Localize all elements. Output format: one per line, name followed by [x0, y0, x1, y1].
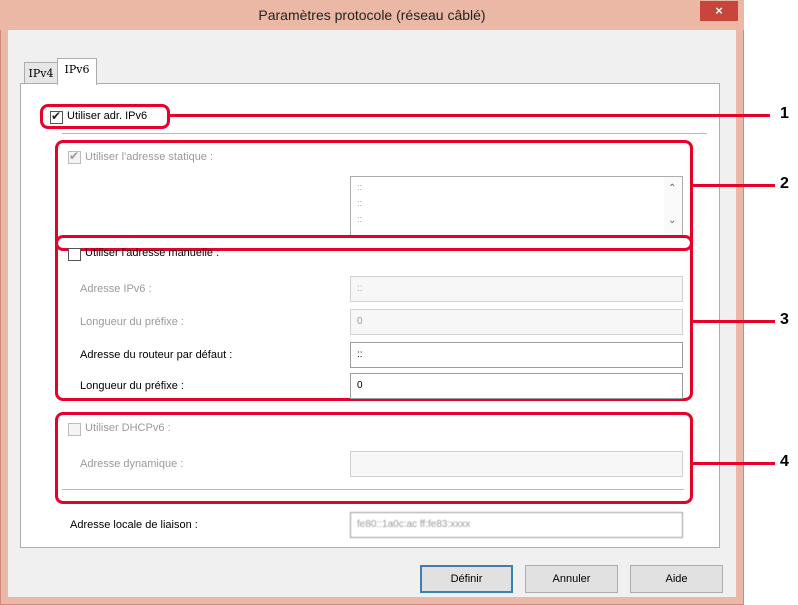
- use-ipv6-label: Utiliser adr. IPv6: [67, 110, 148, 122]
- callout-line-2: [693, 184, 775, 187]
- dynamic-address-field[interactable]: [350, 451, 683, 477]
- static-address-checkbox[interactable]: [68, 149, 81, 164]
- callout-line-3: [693, 320, 775, 323]
- cancel-button[interactable]: Annuler: [525, 565, 618, 593]
- static-address-item: ::: [357, 182, 363, 192]
- close-button[interactable]: ×: [700, 1, 738, 21]
- scroll-down-icon[interactable]: ⌄: [668, 215, 676, 226]
- router-prefix-length-label: Longueur du préfixe :: [80, 380, 184, 392]
- separator: [62, 489, 684, 490]
- link-local-address-field: fe80::1a0c:ac ff:fe83:xxxx: [350, 512, 683, 538]
- scroll-up-icon[interactable]: ⌃: [668, 183, 676, 194]
- ipv6-address-field[interactable]: ::: [350, 276, 683, 302]
- dynamic-address-label: Adresse dynamique :: [80, 458, 184, 470]
- router-prefix-length-field[interactable]: 0: [350, 373, 683, 399]
- callout-line-4: [693, 462, 775, 465]
- callout-number-1: 1: [780, 105, 789, 122]
- manual-address-checkbox[interactable]: [68, 248, 81, 261]
- use-ipv6-checkbox[interactable]: [50, 109, 63, 124]
- tab-ipv6[interactable]: IPv6: [57, 58, 97, 85]
- window-title: Paramètres protocole (réseau câblé): [258, 7, 486, 23]
- manual-address-label: Utiliser l'adresse manuelle :: [85, 247, 220, 259]
- prefix-length-field[interactable]: 0: [350, 309, 683, 335]
- default-router-label: Adresse du routeur par défaut :: [80, 349, 233, 361]
- link-local-address-label: Adresse locale de liaison :: [70, 519, 198, 531]
- static-address-item: ::: [357, 214, 363, 224]
- dhcpv6-label: Utiliser DHCPv6 :: [85, 422, 171, 434]
- callout-number-3: 3: [780, 311, 789, 328]
- callout-line-1: [170, 114, 770, 117]
- help-button[interactable]: Aide: [630, 565, 723, 593]
- callout-number-2: 2: [780, 175, 789, 192]
- dhcpv6-checkbox[interactable]: [68, 423, 81, 436]
- separator: [62, 133, 707, 134]
- default-router-field[interactable]: ::: [350, 342, 683, 368]
- static-address-label: Utiliser l'adresse statique :: [85, 151, 214, 163]
- tab-ipv4[interactable]: IPv4: [24, 62, 58, 84]
- callout-number-4: 4: [780, 453, 789, 470]
- prefix-length-label: Longueur du préfixe :: [80, 316, 184, 328]
- define-button[interactable]: Définir: [420, 565, 513, 593]
- ipv6-address-label: Adresse IPv6 :: [80, 283, 152, 295]
- static-address-list[interactable]: :: :: :: ⌃ ⌄: [350, 176, 683, 236]
- static-address-item: ::: [357, 198, 363, 208]
- list-scrollbar[interactable]: ⌃ ⌄: [664, 177, 682, 235]
